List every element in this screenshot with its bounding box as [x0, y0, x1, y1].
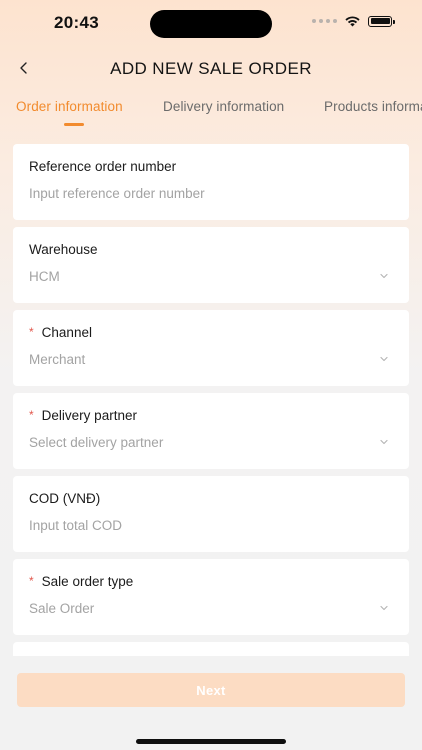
- status-icons: [312, 15, 395, 27]
- order-information-form: Reference order number Warehouse HCM * C…: [13, 144, 409, 662]
- reference-order-number-input[interactable]: [29, 186, 329, 201]
- field-label: Warehouse: [29, 242, 98, 257]
- tab-order-information[interactable]: Order information: [16, 99, 123, 114]
- delivery-partner-field[interactable]: * Delivery partner Select delivery partn…: [13, 393, 409, 469]
- required-marker: *: [29, 407, 34, 422]
- chevron-down-icon: [380, 439, 388, 445]
- channel-select[interactable]: Merchant: [29, 352, 329, 367]
- reference-order-number-field: Reference order number: [13, 144, 409, 220]
- page-title: ADD NEW SALE ORDER: [110, 59, 312, 78]
- status-time: 20:43: [54, 13, 99, 32]
- required-marker: *: [29, 324, 34, 339]
- field-label: * Sale order type: [29, 573, 134, 590]
- delivery-partner-select[interactable]: Select delivery partner: [29, 435, 329, 450]
- active-tab-indicator: [64, 123, 84, 126]
- tab-products-information[interactable]: Products information: [324, 99, 422, 114]
- cod-field: COD (VNĐ): [13, 476, 409, 552]
- required-marker: *: [29, 573, 34, 588]
- tab-bar: Order information Delivery information P…: [0, 99, 422, 129]
- field-label: * Channel: [29, 324, 92, 341]
- home-indicator: [136, 739, 286, 744]
- battery-icon: [368, 15, 395, 27]
- tab-delivery-information[interactable]: Delivery information: [163, 99, 284, 114]
- field-label: Reference order number: [29, 159, 177, 174]
- signal-icon: [312, 19, 337, 23]
- field-label: * Delivery partner: [29, 407, 137, 424]
- wifi-icon: [345, 16, 360, 27]
- header: ADD NEW SALE ORDER: [0, 52, 422, 86]
- warehouse-select[interactable]: HCM: [29, 269, 329, 284]
- sale-order-type-select[interactable]: Sale Order: [29, 601, 329, 616]
- cod-input[interactable]: [29, 518, 329, 533]
- chevron-down-icon: [380, 273, 388, 279]
- chevron-down-icon: [380, 356, 388, 362]
- sale-order-type-field[interactable]: * Sale order type Sale Order: [13, 559, 409, 635]
- dynamic-island: [150, 10, 272, 38]
- chevron-down-icon: [380, 605, 388, 611]
- channel-field[interactable]: * Channel Merchant: [13, 310, 409, 386]
- warehouse-field[interactable]: Warehouse HCM: [13, 227, 409, 303]
- status-bar: 20:43: [0, 0, 422, 46]
- field-label: COD (VNĐ): [29, 491, 101, 506]
- next-button[interactable]: Next: [17, 673, 405, 707]
